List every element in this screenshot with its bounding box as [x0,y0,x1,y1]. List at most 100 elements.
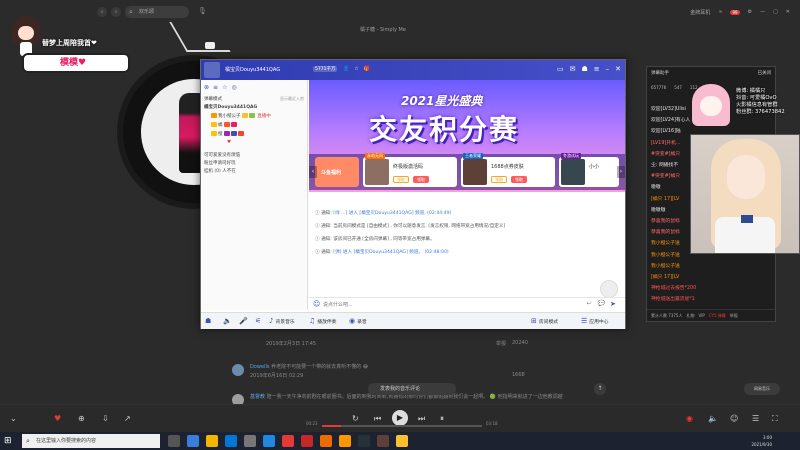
play-button[interactable]: ▶ [392,410,408,426]
member-item[interactable]: 橙 [211,131,245,137]
claim-button[interactable]: 领取 [393,176,409,183]
background-music-button[interactable]: ♪ 背景音乐 [269,317,295,325]
microphone-icon[interactable]: 🎙 [198,7,207,17]
close-icon[interactable]: ✕ [786,9,790,15]
group-item[interactable]: 可可爱爱没有烦恼 [204,152,240,158]
room-avatar[interactable] [204,62,220,78]
comment-user[interactable]: Dowells [250,364,269,370]
previous-icon[interactable]: ⏮ [374,414,381,424]
add-icon[interactable]: ⊕ [78,414,85,423]
progress-bar[interactable] [322,425,482,427]
next-icon[interactable]: ⏭ [418,414,425,424]
like-count[interactable]: 20240 [512,340,528,346]
promo-card[interactable]: 王者荣耀 1688点券皮肤 领取 领取 [461,153,555,187]
promo-card[interactable]: 斗鱼福利 [315,157,359,187]
record-button[interactable]: ◉ 录音 [349,317,367,325]
windows-start-icon[interactable]: ⊞ [4,436,14,446]
app-icon[interactable] [377,435,389,447]
panel-status[interactable]: 已关闭 [758,70,772,76]
accompany-button[interactable]: ♫ 播放伴奏 [309,317,336,325]
mail-icon[interactable]: ✉ [570,65,576,73]
lyrics-icon[interactable]: ⏸ [440,414,444,424]
app-icon[interactable] [320,435,332,447]
gamepad-icon[interactable]: ☗ [581,65,587,73]
mic-icon[interactable]: 🎤 [239,317,248,325]
claim-button[interactable]: 领取 [511,176,527,183]
edge-icon[interactable] [187,435,199,447]
effect-icon[interactable]: ◉ [686,414,693,423]
store-icon[interactable] [225,435,237,447]
room-node[interactable]: 橘宝贝Douyu3441QAG [204,104,257,110]
star-icon[interactable]: ☆ [354,66,358,72]
loop-icon[interactable]: ↻ [352,414,359,423]
airplane-icon[interactable] [244,435,256,447]
group-item[interactable]: 粉丝申请司好玩 [204,160,236,166]
chevron-down-icon[interactable]: ⌄ [10,414,17,423]
download-icon[interactable]: ⇩ [102,414,109,423]
system-tray[interactable]: 3:00 2021/9/30 [751,434,772,448]
member-item[interactable]: 我小橙公子 直播中 [211,113,271,119]
netease-music-icon[interactable] [282,435,294,447]
claim-button[interactable]: 领取 [491,176,507,183]
user-label[interactable]: 金牌耳机 [690,9,710,16]
speaker-icon[interactable]: 🔈 [223,317,232,325]
chat-input[interactable] [323,301,523,309]
member-item[interactable]: 橘 [211,122,238,128]
volume-icon[interactable]: 🔈 [708,414,718,423]
tab-settings[interactable]: ◎ [231,84,236,91]
comment-user[interactable]: 基督教 [250,394,265,400]
douyu-icon[interactable] [301,435,313,447]
app-center-button[interactable]: ☰ 应用中心 [581,317,608,325]
tab-people[interactable]: ⊗ [204,84,209,91]
promo-card[interactable]: 永劫无间 终极版激活码 领取 领取 [363,153,457,187]
send-icon[interactable]: ➤ [610,300,622,310]
group-item[interactable]: 挂机 (0) 人不在 [204,168,236,174]
equalizer-icon[interactable]: ⚟ [255,317,261,325]
claim-button[interactable]: 领取 [413,176,429,183]
write-comment-button[interactable]: 发表我的音乐评论 [368,383,456,395]
app-icon[interactable] [339,435,351,447]
gift-tab[interactable]: 礼物 [686,313,694,319]
heart-icon[interactable]: ♥ [54,414,61,423]
scroll-top-button[interactable]: ↑ [594,383,606,395]
recent-filter[interactable]: 显示最近入房 [280,96,304,102]
floating-avatar[interactable] [600,280,618,298]
friends-icon[interactable]: ☺ [730,414,738,423]
room-mode-button[interactable]: ⊞ 房间模式 [531,317,558,325]
gift-icon[interactable]: 🎁 [364,66,370,72]
report-tab[interactable]: 举报 [730,313,738,319]
emoji-icon[interactable]: ☺ [313,300,320,308]
report-link[interactable]: 举报 [496,340,506,347]
share-icon[interactable]: ↗ [124,414,131,423]
member-item[interactable]: ♥ [227,140,231,145]
tab-list[interactable]: ≡ [213,84,218,91]
banner-prev-button[interactable]: ‹ [309,166,317,178]
screen-icon[interactable]: ▭ [557,65,564,73]
avatar[interactable] [232,364,244,376]
fullscreen-icon[interactable]: ⛶ [772,414,778,424]
promo-card[interactable]: 冬游试玩 小小 [559,153,619,187]
settings-icon[interactable]: ⚙ [748,9,752,15]
folder-icon[interactable] [206,435,218,447]
menu-icon[interactable]: ≡ [594,65,600,73]
like-count[interactable]: 1668 [512,372,525,378]
search-input[interactable]: 欢乐颂 [125,6,189,18]
user-icon[interactable]: 👤 [343,66,349,72]
side-label[interactable]: 网易音乐 [744,383,780,395]
maximize-icon[interactable]: ▢ [773,9,778,15]
vip-tab[interactable]: VIP [698,313,704,319]
task-view-icon[interactable] [168,435,180,447]
avatar-toggle[interactable]: ☗ [205,317,211,325]
danmaku-tab[interactable]: CY5 弹幕 [709,313,726,319]
close-icon[interactable]: ✕ [615,65,621,73]
app-icon[interactable] [396,435,408,447]
reply-icon[interactable]: ↩ [586,300,591,307]
steam-icon[interactable] [358,435,370,447]
taskbar-search-input[interactable]: 在这里输入你要搜索的内容 [22,434,160,448]
minimize-icon[interactable]: — [760,9,765,15]
mode-label[interactable]: 弹幕模式 [204,96,222,102]
playlist-icon[interactable]: ☰ [752,414,759,423]
skin-label[interactable]: ∞ [718,9,722,15]
tab-favorite[interactable]: ☆ [222,84,227,91]
event-banner[interactable]: 2021星光盛典 交友积分赛 斗鱼福利 永劫无间 终极版激活码 领取 领取 王者… [309,80,625,192]
